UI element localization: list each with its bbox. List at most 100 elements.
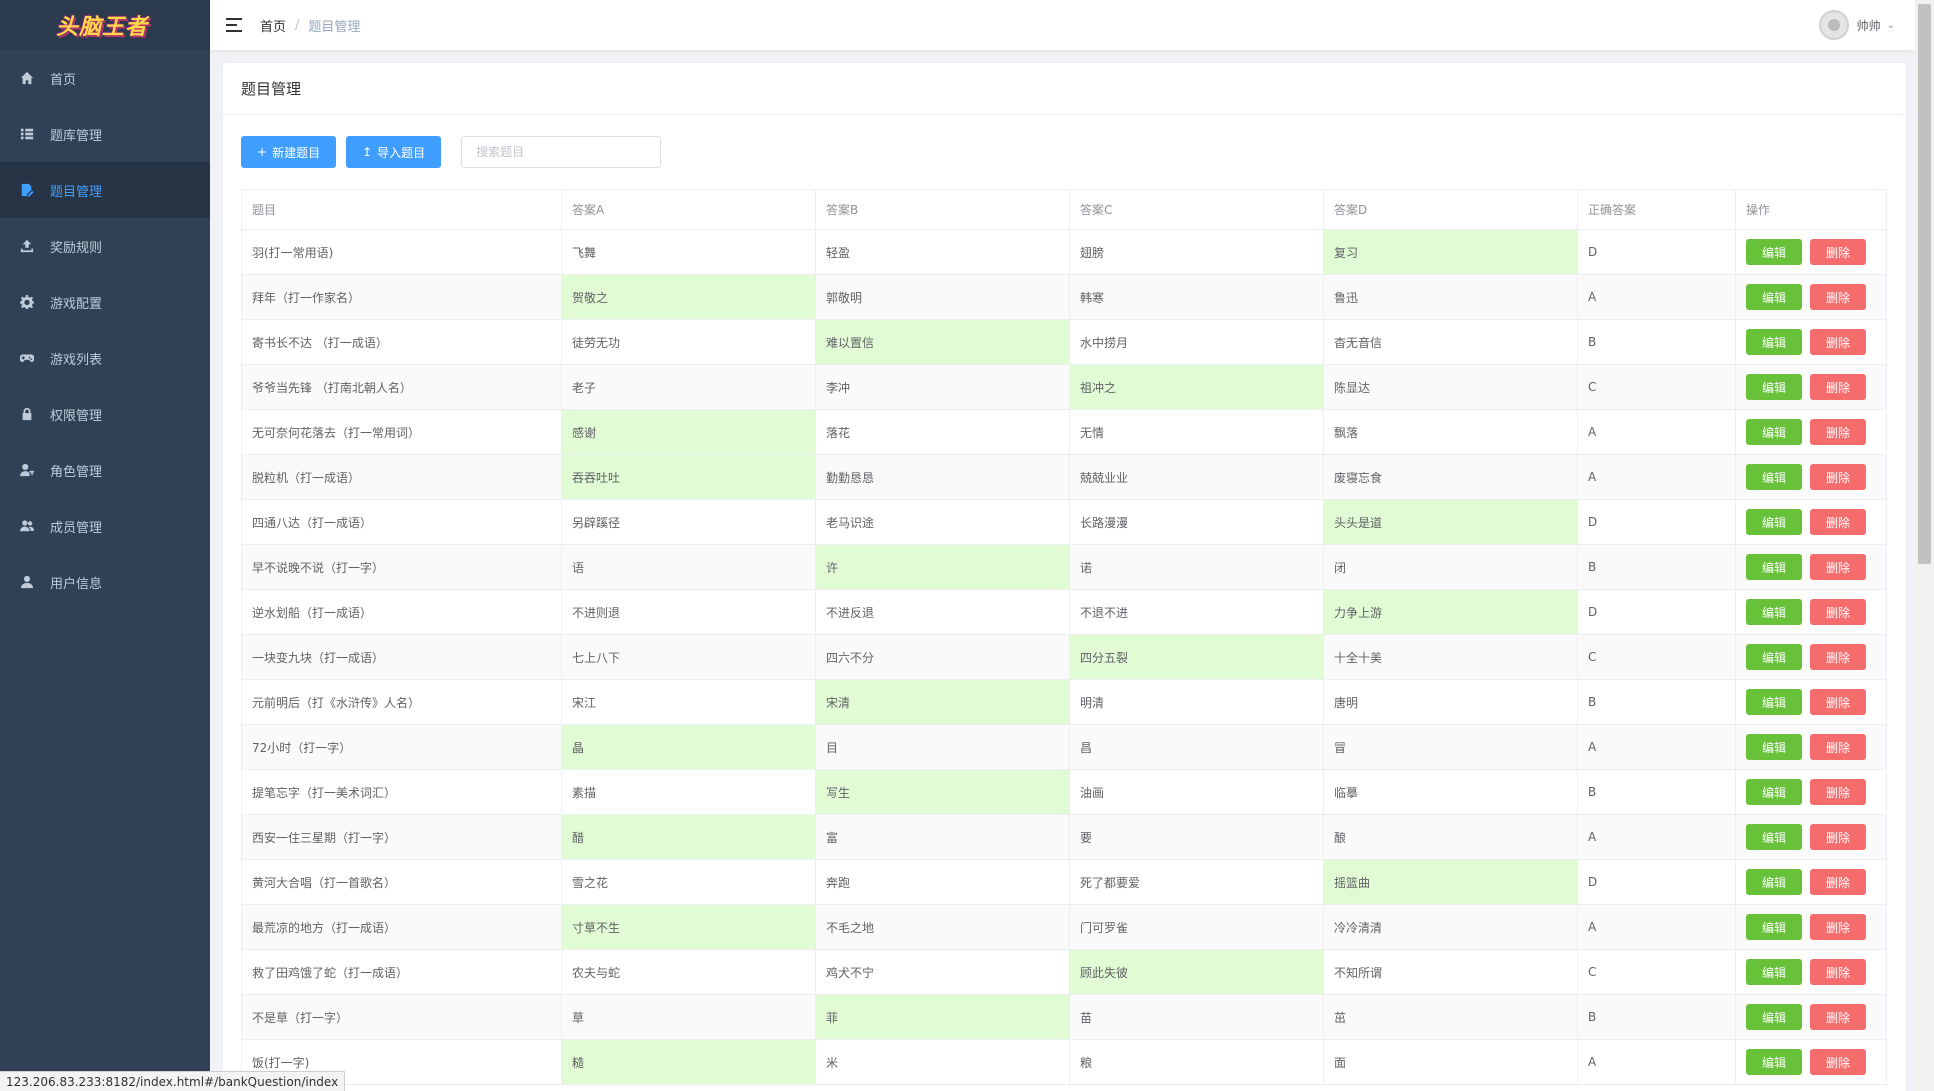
delete-button[interactable]: 删除: [1810, 959, 1866, 985]
correct-answer-cell: D: [1577, 229, 1736, 275]
sidebar-item[interactable]: 成员管理: [0, 498, 210, 554]
edit-button[interactable]: 编辑: [1746, 374, 1802, 400]
page-scrollbar[interactable]: [1915, 0, 1934, 1091]
edit-button[interactable]: 编辑: [1746, 1049, 1802, 1075]
edit-button[interactable]: 编辑: [1746, 869, 1802, 895]
correct-answer-cell: D: [1577, 589, 1736, 635]
actions-cell: 编辑 删除: [1735, 994, 1887, 1040]
sidebar-item[interactable]: 游戏配置: [0, 274, 210, 330]
delete-button[interactable]: 删除: [1810, 689, 1866, 715]
answer-a-cell: 吞吞吐吐: [561, 454, 816, 500]
edit-button[interactable]: 编辑: [1746, 824, 1802, 850]
delete-button[interactable]: 删除: [1810, 824, 1866, 850]
edit-button[interactable]: 编辑: [1746, 914, 1802, 940]
sidebar-item-label: 用户信息: [50, 576, 103, 592]
new-question-button[interactable]: + 新建题目: [241, 136, 337, 168]
edit-button[interactable]: 编辑: [1746, 1004, 1802, 1030]
delete-button[interactable]: 删除: [1810, 284, 1866, 310]
import-question-button[interactable]: ↥ 导入题目: [346, 136, 442, 168]
delete-button[interactable]: 删除: [1810, 869, 1866, 895]
avatar[interactable]: [1818, 10, 1849, 40]
user-menu[interactable]: 帅帅 ⌄: [1818, 10, 1895, 40]
answer-b-cell: 米: [815, 1039, 1070, 1085]
edit-button[interactable]: 编辑: [1746, 464, 1802, 490]
answer-b-cell: 写生: [815, 769, 1070, 815]
delete-button[interactable]: 删除: [1810, 644, 1866, 670]
question-cell: 拜年（打一作家名）: [241, 274, 562, 320]
sidebar-item[interactable]: 奖励规则: [0, 218, 210, 274]
scrollbar-thumb[interactable]: [1918, 4, 1931, 564]
sidebar-item[interactable]: 题库管理: [0, 106, 210, 162]
question-table: 题目 答案A 答案B 答案C 答案D 正确答案 操作 羽(打一常用语) 飞舞 轻盈 翅膀 复习 D 编辑…: [241, 189, 1887, 1085]
hamburger-icon[interactable]: [226, 18, 242, 32]
actions-cell: 编辑 删除: [1735, 724, 1887, 770]
sidebar-item[interactable]: 题目管理: [0, 162, 210, 218]
edit-button[interactable]: 编辑: [1746, 689, 1802, 715]
delete-button[interactable]: 删除: [1810, 329, 1866, 355]
column-header: 操作: [1735, 189, 1887, 230]
edit-button[interactable]: 编辑: [1746, 554, 1802, 580]
correct-answer-cell: D: [1577, 859, 1736, 905]
sidebar-item[interactable]: 角色管理: [0, 442, 210, 498]
edit-button[interactable]: 编辑: [1746, 509, 1802, 535]
correct-answer-cell: C: [1577, 634, 1736, 680]
answer-b-cell: 落花: [815, 409, 1070, 455]
card-title: 题目管理: [223, 63, 1906, 115]
table-row: 脱粒机（打一成语） 吞吞吐吐 勤勤恳恳 兢兢业业 废寝忘食 A 编辑 删除: [241, 454, 1887, 500]
sidebar-item[interactable]: 首页: [0, 50, 210, 106]
answer-c-cell: 诺: [1069, 544, 1324, 590]
answer-d-cell: 冷冷清清: [1323, 904, 1578, 950]
actions-cell: 编辑 删除: [1735, 319, 1887, 365]
delete-button[interactable]: 删除: [1810, 419, 1866, 445]
sidebar-item[interactable]: 用户信息: [0, 554, 210, 610]
correct-answer-cell: A: [1577, 409, 1736, 455]
logo[interactable]: 头脑王者: [0, 0, 210, 50]
delete-button[interactable]: 删除: [1810, 374, 1866, 400]
answer-a-cell: 徒劳无功: [561, 319, 816, 365]
answer-a-cell: 老子: [561, 364, 816, 410]
table-row: 早不说晚不说（打一字）语许诺闭 B 编辑 删除: [241, 544, 1887, 590]
edit-button[interactable]: 编辑: [1746, 239, 1802, 265]
search-input[interactable]: [461, 136, 662, 168]
chevron-down-icon[interactable]: ⌄: [1887, 20, 1895, 31]
edit-button[interactable]: 编辑: [1746, 329, 1802, 355]
breadcrumb-home[interactable]: 首页: [260, 16, 286, 35]
answer-a-cell: 糙: [561, 1039, 816, 1085]
delete-button[interactable]: 删除: [1810, 554, 1866, 580]
edit-button[interactable]: 编辑: [1746, 734, 1802, 760]
sidebar-item[interactable]: 权限管理: [0, 386, 210, 442]
answer-b-cell: 目: [815, 724, 1070, 770]
user-name[interactable]: 帅帅: [1857, 17, 1881, 34]
delete-button[interactable]: 删除: [1810, 239, 1866, 265]
table-row: 最荒凉的地方（打一成语） 寸草不生 不毛之地 门可罗雀 冷冷清清 A 编辑 删除: [241, 904, 1887, 950]
answer-d-cell: 酿: [1323, 814, 1578, 860]
delete-button[interactable]: 删除: [1810, 1004, 1866, 1030]
delete-button[interactable]: 删除: [1810, 509, 1866, 535]
answer-b-cell: 李冲: [815, 364, 1070, 410]
edit-button[interactable]: 编辑: [1746, 599, 1802, 625]
delete-button[interactable]: 删除: [1810, 599, 1866, 625]
delete-button[interactable]: 删除: [1810, 779, 1866, 805]
sidebar-item[interactable]: 游戏列表: [0, 330, 210, 386]
answer-d-cell: 闭: [1323, 544, 1578, 590]
answer-b-cell: 郭敬明: [815, 274, 1070, 320]
delete-button[interactable]: 删除: [1810, 914, 1866, 940]
question-cell: 早不说晚不说（打一字）: [241, 544, 562, 590]
edit-button[interactable]: 编辑: [1746, 779, 1802, 805]
delete-button[interactable]: 删除: [1810, 734, 1866, 760]
edit-button[interactable]: 编辑: [1746, 284, 1802, 310]
table-row: 黄河大合唱（打一首歌名） 雪之花 奔跑 死了都要爱 摇篮曲 D 编辑 删除: [241, 859, 1887, 905]
actions-cell: 编辑 删除: [1735, 1039, 1887, 1085]
table-row: 无可奈何花落去（打一常用词） 感谢 落花 无情 飘落 A 编辑 删除: [241, 409, 1887, 455]
edit-button[interactable]: 编辑: [1746, 959, 1802, 985]
answer-c-cell: 门可罗雀: [1069, 904, 1324, 950]
actions-cell: 编辑 删除: [1735, 859, 1887, 905]
delete-button[interactable]: 删除: [1810, 1049, 1866, 1075]
table-row: 救了田鸡饿了蛇（打一成语） 农夫与蛇 鸡犬不宁 顾此失彼 不知所谓 C 编辑 删除: [241, 949, 1887, 995]
question-cell: 不是草（打一字）: [241, 994, 562, 1040]
edit-button[interactable]: 编辑: [1746, 644, 1802, 670]
edit-button[interactable]: 编辑: [1746, 419, 1802, 445]
delete-button[interactable]: 删除: [1810, 464, 1866, 490]
question-cell: 无可奈何花落去（打一常用词）: [241, 409, 562, 455]
table-row: 逆水划船（打一成语） 不进则退 不进反退 不退不进 力争上游 D 编辑 删除: [241, 589, 1887, 635]
